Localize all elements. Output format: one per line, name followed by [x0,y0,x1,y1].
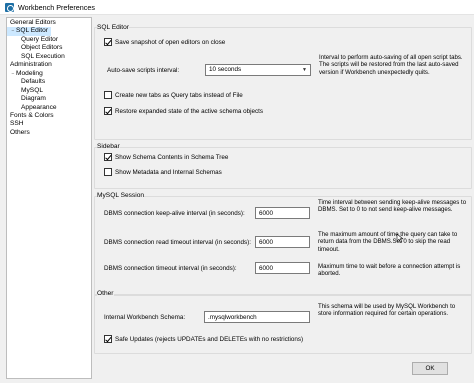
tree-item-label: Appearance [21,103,57,111]
read-timeout-field[interactable] [255,236,310,248]
tree-item-diagram[interactable]: Diagram [7,95,49,103]
keepalive-interval-field[interactable] [255,207,310,219]
mysql-session-section-title: MySQL Session [97,192,145,199]
window-title: Workbench Preferences [18,3,95,12]
connection-timeout-description: Maximum time to wait before a connection… [318,263,461,278]
tree-item-label: Object Editors [21,44,63,52]
tree-item-sql-editor[interactable]: − SQL Editor [7,27,52,36]
internal-schema-description: This schema will be used by MySQL Workbe… [318,303,456,318]
title-bar: Workbench Preferences [0,0,474,15]
workbench-app-icon [5,3,14,12]
autosave-interval-select[interactable]: 10 seconds ▼ [205,64,311,76]
autosave-interval-value: 10 seconds [209,66,242,73]
sidebar-section-title: Sidebar [97,143,120,150]
keepalive-interval-label: DBMS connection keep-alive interval (in … [104,210,245,217]
ok-button[interactable]: OK [412,362,448,375]
read-timeout-label: DBMS connection read timeout interval (i… [104,239,251,246]
chevron-down-icon: ▼ [302,67,307,73]
tree-item-label: Fonts & Colors [10,111,54,119]
show-schema-contents-checkbox[interactable]: Show Schema Contents in Schema Tree [104,153,228,161]
create-new-tabs-label: Create new tabs as Query tabs instead of… [115,91,243,99]
autosave-interval-label: Auto-save scripts interval: [107,67,180,74]
safe-updates-checkbox[interactable]: Safe Updates (rejects UPDATEs and DELETE… [104,335,303,343]
mouse-cursor-icon [396,233,404,243]
tree-item-label: Administration [10,61,52,69]
connection-timeout-field[interactable] [255,262,310,274]
safe-updates-checkbox-box[interactable] [104,335,112,343]
restore-state-label: Restore expanded state of the active sch… [115,107,264,115]
keepalive-interval-description: Time interval between sending keep-alive… [318,199,467,214]
save-snapshot-checkbox[interactable]: Save snapshot of open editors on close [104,38,225,46]
tree-item-others[interactable]: Others [7,129,33,137]
tree-item-sql-execution[interactable]: SQL Execution [7,53,68,61]
restore-state-checkbox[interactable]: Restore expanded state of the active sch… [104,107,263,115]
internal-schema-label: Internal Workbench Schema: [104,314,186,321]
autosave-interval-description: Interval to perform auto-saving of all o… [319,54,463,76]
show-metadata-label: Show Metadata and Internal Schemas [115,168,222,176]
tree-item-defaults[interactable]: Defaults [7,78,48,86]
create-new-tabs-checkbox-box[interactable] [104,91,112,99]
tree-item-object-editors[interactable]: Object Editors [7,44,65,52]
show-metadata-checkbox-box[interactable] [104,168,112,176]
create-new-tabs-checkbox[interactable]: Create new tabs as Query tabs instead of… [104,91,243,99]
tree-item-label: Others [10,128,30,136]
show-schema-contents-label: Show Schema Contents in Schema Tree [115,153,229,161]
save-snapshot-checkbox-box[interactable] [104,38,112,46]
restore-state-checkbox-box[interactable] [104,107,112,115]
tree-item-query-editor[interactable]: Query Editor [7,36,61,44]
tree-item-modeling[interactable]: − Modeling [7,70,46,78]
safe-updates-label: Safe Updates (rejects UPDATEs and DELETE… [115,335,304,343]
tree-item-label: SSH [10,120,24,128]
read-timeout-description: The maximum amount of time the query can… [318,231,458,253]
tree-item-label: SQL Execution [21,52,65,60]
tree-item-general-editors[interactable]: General Editors [7,19,59,27]
tree-item-label: SQL Editor [16,27,49,35]
preferences-content: SQL Editor Save snapshot of open editors… [94,17,472,365]
other-section-title: Other [97,290,114,297]
tree-item-label: General Editors [10,19,56,26]
preferences-tree[interactable]: General Editors − SQL Editor Query Editor Ob… [6,17,92,379]
tree-item-appearance[interactable]: Appearance [7,104,60,112]
tree-item-ssh[interactable]: SSH [7,120,27,128]
tree-item-fonts-colors[interactable]: Fonts & Colors [7,112,57,120]
sql-editor-section-title: SQL Editor [97,24,130,31]
internal-schema-field[interactable] [204,311,310,323]
tree-item-label: MySQL [21,86,43,94]
show-schema-contents-checkbox-box[interactable] [104,153,112,161]
connection-timeout-label: DBMS connection timeout interval (in sec… [104,265,237,272]
tree-item-mysql[interactable]: MySQL [7,87,46,95]
tree-item-label: Query Editor [21,35,59,43]
tree-item-label: Diagram [21,95,46,103]
save-snapshot-label: Save snapshot of open editors on close [115,38,226,46]
tree-item-label: Defaults [21,78,46,86]
tree-item-label: Modeling [16,69,43,77]
show-metadata-checkbox[interactable]: Show Metadata and Internal Schemas [104,168,222,176]
tree-item-administration[interactable]: Administration [7,61,55,69]
